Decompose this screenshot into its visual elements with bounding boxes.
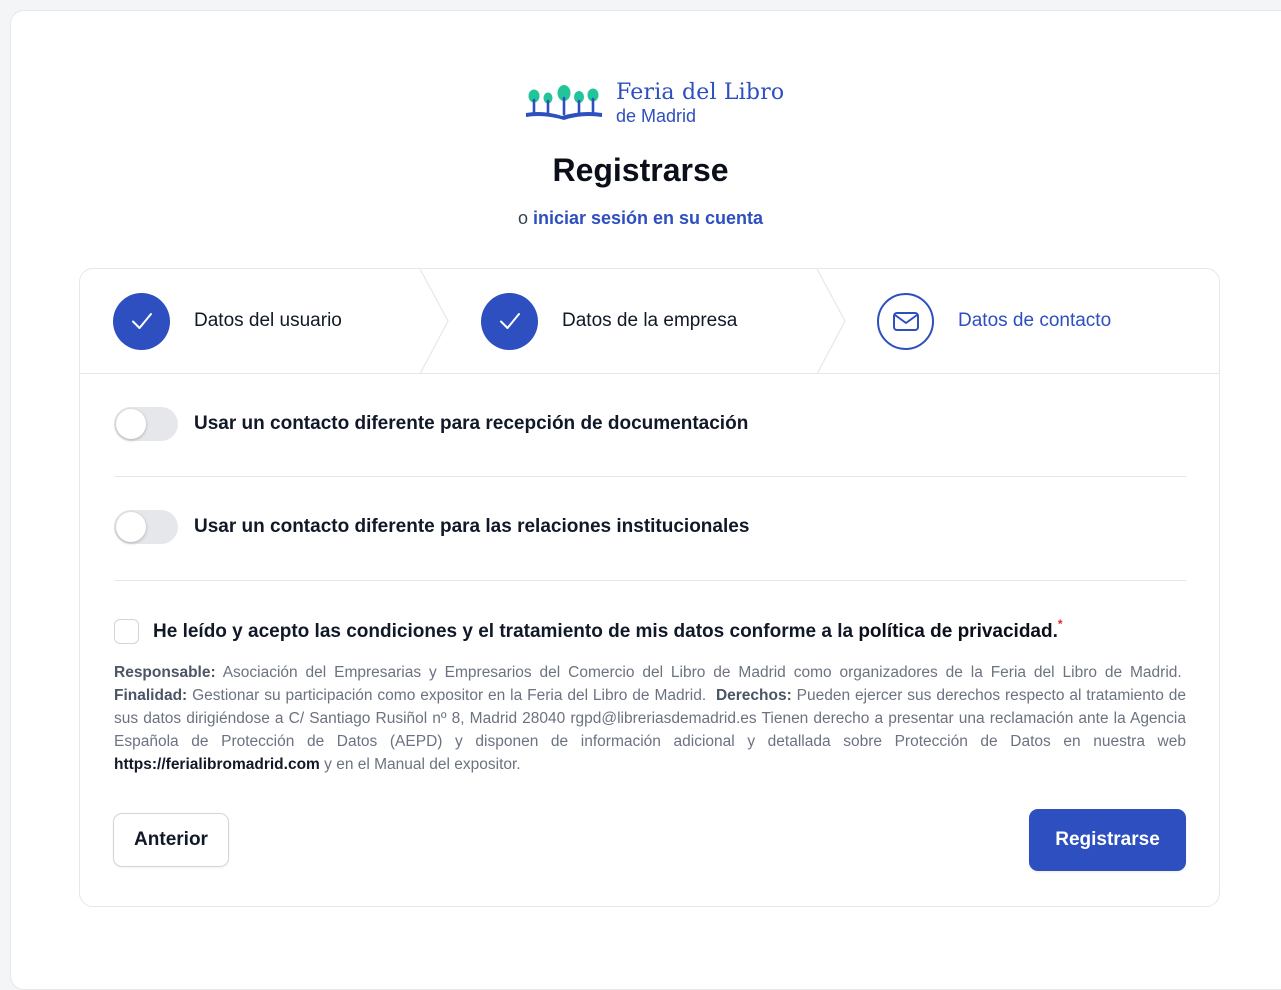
check-icon	[131, 313, 152, 329]
legal-finalidad-text: Gestionar su participación como exposito…	[192, 687, 707, 704]
website-link[interactable]: https://ferialibromadrid.com	[114, 756, 320, 773]
brand-logo: Feria del Libro de Madrid	[524, 80, 784, 126]
divider	[114, 580, 1186, 581]
privacy-checkbox[interactable]	[114, 619, 139, 644]
step-user-data[interactable]: Datos del usuario	[113, 292, 342, 350]
step-label: Datos de la empresa	[562, 310, 738, 331]
toggle-knob	[116, 409, 146, 439]
login-prompt: o iniciar sesión en su cuenta	[0, 208, 1281, 229]
toggle-row-documentation: Usar un contacto diferente para recepció…	[114, 407, 1186, 441]
check-icon	[499, 313, 520, 329]
consent-label: He leído y acepto las condiciones y el t…	[153, 620, 854, 642]
step-completed-circle	[481, 292, 538, 350]
documentation-contact-toggle[interactable]	[114, 407, 178, 441]
previous-button[interactable]: Anterior	[113, 813, 229, 867]
login-prefix: o	[517, 208, 528, 228]
login-link[interactable]: iniciar sesión en su cuenta	[533, 208, 763, 228]
step-current-circle	[877, 292, 934, 350]
register-button[interactable]: Registrarse	[1029, 809, 1186, 871]
institutional-contact-toggle[interactable]	[114, 510, 178, 544]
legal-responsable-text: Asociación del Empresarias y Empresarios…	[222, 664, 1182, 681]
step-completed-circle	[113, 292, 170, 350]
legal-derechos-label: Derechos:	[715, 687, 792, 704]
divider	[114, 476, 1186, 477]
mail-icon	[892, 312, 919, 331]
legal-notice: Responsable: Asociación del Empresarias …	[114, 661, 1186, 776]
step-contact-data[interactable]: Datos de contacto	[877, 292, 1112, 350]
brand-city: de Madrid	[616, 105, 697, 126]
toggle-label: Usar un contacto diferente para recepció…	[194, 413, 749, 434]
brand-name: Feria del Libro	[616, 79, 785, 105]
step-separator-icon	[419, 269, 449, 374]
registration-form-card: Datos del usuario Datos de la empresa Da…	[79, 268, 1220, 907]
page-title: Registrarse	[552, 152, 729, 188]
toggle-label: Usar un contacto diferente para las rela…	[194, 516, 750, 537]
step-label: Datos del usuario	[194, 310, 342, 331]
step-label: Datos de contacto	[958, 310, 1112, 331]
consent-text: He leído y acepto las condiciones y el t…	[153, 617, 1063, 643]
legal-responsable-label: Responsable:	[114, 664, 216, 681]
required-mark: *	[1057, 616, 1063, 631]
toggle-knob	[116, 512, 146, 542]
stepper: Datos del usuario Datos de la empresa Da…	[80, 269, 1219, 374]
privacy-consent: He leído y acepto las condiciones y el t…	[114, 617, 1186, 644]
books-trees-logo-icon	[526, 85, 602, 120]
step-separator-icon	[816, 269, 846, 374]
toggle-row-institutional: Usar un contacto diferente para las rela…	[114, 510, 1186, 544]
privacy-policy-link[interactable]: política de privacidad	[858, 621, 1052, 642]
legal-finalidad-label: Finalidad:	[114, 687, 188, 704]
step-company-data[interactable]: Datos de la empresa	[481, 292, 738, 350]
legal-tail: y en el Manual del expositor.	[324, 756, 521, 773]
